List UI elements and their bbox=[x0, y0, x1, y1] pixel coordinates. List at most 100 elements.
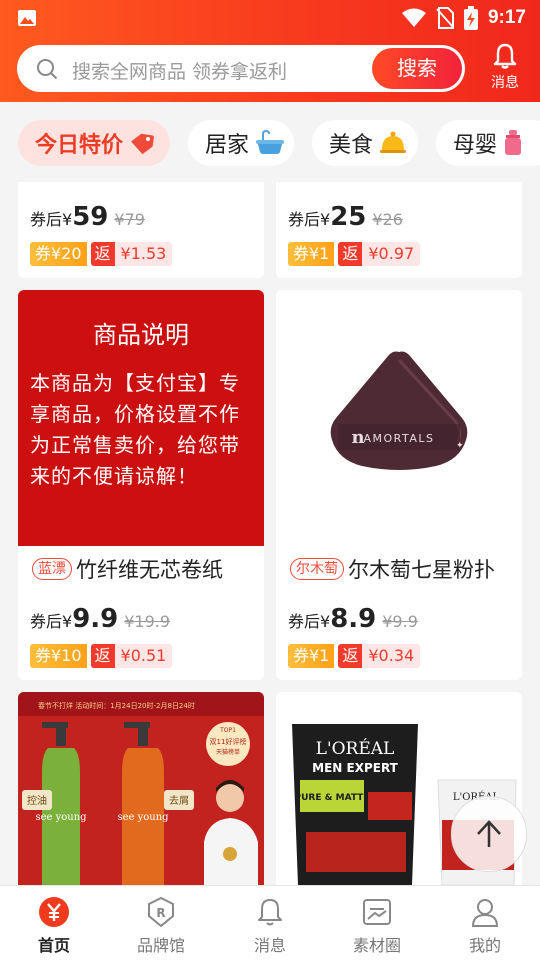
search-button[interactable]: 搜索 bbox=[372, 48, 462, 89]
message-button[interactable]: 消息 bbox=[482, 42, 528, 98]
category-tabs: 今日特价 居家 美食 母婴 bbox=[0, 102, 540, 182]
bottom-nav: 首页 R 品牌馆 消息 素材圈 我的 bbox=[0, 885, 540, 961]
rebate-mark: 返 bbox=[90, 644, 115, 668]
original-price: ¥26 bbox=[372, 210, 403, 229]
tab-label: 居家 bbox=[205, 133, 250, 158]
bell-icon bbox=[258, 899, 282, 926]
rebate-mark: 返 bbox=[338, 644, 363, 668]
svg-text:✦: ✦ bbox=[456, 441, 464, 451]
promo-tags: 券¥1 返 ¥0.97 bbox=[288, 242, 421, 266]
bathtub-icon bbox=[256, 130, 285, 154]
nav-messages[interactable]: 消息 bbox=[225, 896, 315, 956]
coupon-badge: 券¥10 bbox=[30, 644, 87, 668]
product-notice-image: 商品说明 本商品为【支付宝】专享商品，价格设置不作为正常售卖价，给您带来的不便请… bbox=[18, 290, 264, 546]
price-row: 券后¥59 ¥79 bbox=[30, 202, 145, 232]
original-price: ¥9.9 bbox=[382, 612, 418, 631]
rebate-value: ¥1.53 bbox=[114, 242, 173, 266]
price: 9.9 bbox=[72, 604, 119, 634]
baby-bottle-icon bbox=[505, 130, 522, 155]
original-price: ¥79 bbox=[114, 210, 145, 229]
powder-puff-image: AMORTALS n ✦ bbox=[276, 290, 522, 546]
nav-profile[interactable]: 我的 bbox=[440, 896, 530, 956]
arrow-up-icon bbox=[477, 820, 501, 847]
price-row: 券后¥25 ¥26 bbox=[288, 202, 403, 232]
badge-top: TOP1 bbox=[219, 727, 236, 734]
rebate-mark: 返 bbox=[90, 242, 115, 266]
search-icon bbox=[37, 59, 58, 80]
tab-label: 母婴 bbox=[453, 133, 498, 158]
user-icon bbox=[471, 899, 499, 927]
promo-tags: 券¥20 返 ¥1.53 bbox=[30, 242, 173, 266]
nav-brand-hall[interactable]: R 品牌馆 bbox=[116, 896, 206, 956]
product-title-row: 尔木萄 尔木萄七星粉扑 bbox=[290, 554, 495, 584]
nav-home[interactable]: 首页 bbox=[9, 896, 99, 956]
cleanser-brand: L'ORÉAL bbox=[316, 738, 395, 759]
coupon-badge: 券¥1 bbox=[288, 242, 335, 266]
price-row: 券后¥9.9 ¥19.9 bbox=[30, 604, 170, 634]
badge-sub: 天猫榜单 bbox=[216, 748, 240, 756]
tab-label: 今日特价 bbox=[35, 133, 124, 158]
svg-text:n: n bbox=[351, 427, 364, 448]
no-sim-icon bbox=[436, 7, 454, 29]
promo-banner-text: 春节不打烊 活动时间：1月24日20时-2月8日24时 bbox=[38, 701, 195, 710]
product-card[interactable]: 商品说明 本商品为【支付宝】专享商品，价格设置不作为正常售卖价，给您带来的不便请… bbox=[18, 290, 264, 680]
status-bar: 9:17 bbox=[0, 0, 540, 36]
notice-text: 本商品为【支付宝】专享商品，价格设置不作为正常售卖价，给您带来的不便请谅解！ bbox=[30, 371, 240, 488]
nav-label: 首页 bbox=[37, 936, 70, 955]
search-bar[interactable]: 搜索全网商品 领券拿返利 搜索 bbox=[17, 45, 465, 92]
price: 59 bbox=[72, 202, 109, 232]
product-card[interactable]: 券后¥59 ¥79 券¥20 返 ¥1.53 bbox=[18, 182, 264, 278]
wifi-icon bbox=[401, 8, 426, 27]
price: 8.9 bbox=[330, 604, 377, 634]
shop-tag: 蓝漂 bbox=[32, 558, 72, 580]
cleanser-line: MEN EXPERT bbox=[312, 761, 399, 775]
back-to-top-button[interactable] bbox=[451, 796, 527, 872]
product-title: 竹纤维无芯卷纸 bbox=[76, 558, 223, 582]
tag-oil-control: 控油 bbox=[27, 794, 47, 807]
coupon-badge: 券¥1 bbox=[288, 644, 335, 668]
notice-title: 商品说明 bbox=[93, 321, 189, 349]
battery-charging-icon bbox=[463, 6, 478, 30]
price-prefix: 券后¥ bbox=[30, 210, 73, 229]
product-card[interactable]: 券后¥25 ¥26 券¥1 返 ¥0.97 bbox=[276, 182, 522, 278]
price-prefix: 券后¥ bbox=[288, 612, 331, 631]
food-bell-icon bbox=[380, 131, 407, 153]
badge-main: 双11好评榜 bbox=[210, 737, 247, 746]
brand-shield-icon: R bbox=[148, 896, 174, 928]
price-prefix: 券后¥ bbox=[30, 612, 73, 631]
tag-anti-dandruff: 去屑 bbox=[169, 795, 189, 807]
bell-icon bbox=[493, 43, 517, 69]
nav-materials[interactable]: 素材圈 bbox=[332, 896, 422, 956]
puff-brand-text: AMORTALS bbox=[363, 432, 434, 445]
cleanser-sub: PURE & MATTE bbox=[295, 793, 370, 803]
nav-label: 消息 bbox=[253, 936, 286, 955]
product-title: 尔木萄七星粉扑 bbox=[348, 558, 495, 582]
search-input[interactable]: 搜索全网商品 领券拿返利 bbox=[72, 57, 287, 84]
header: 9:17 搜索全网商品 领券拿返利 搜索 消息 bbox=[0, 0, 540, 102]
shampoo-promo-image: 春节不打烊 活动时间：1月24日20时-2月8日24时 see young 控油… bbox=[18, 692, 264, 885]
tab-today-special[interactable]: 今日特价 bbox=[18, 120, 170, 166]
original-price: ¥19.9 bbox=[124, 612, 171, 631]
tab-home[interactable]: 居家 bbox=[188, 120, 294, 166]
product-card[interactable]: 春节不打烊 活动时间：1月24日20时-2月8日24时 see young 控油… bbox=[18, 692, 264, 885]
rebate-value: ¥0.34 bbox=[362, 644, 421, 668]
nav-label: 品牌馆 bbox=[136, 936, 185, 955]
price-prefix: 券后¥ bbox=[288, 210, 331, 229]
product-card[interactable]: AMORTALS n ✦ 尔木萄 尔木萄七星粉扑 券后¥8.9 ¥9.9 券¥1 返… bbox=[276, 290, 522, 680]
image-notification-icon bbox=[18, 10, 36, 26]
price: 25 bbox=[330, 202, 367, 232]
coupon-badge: 券¥20 bbox=[30, 242, 87, 266]
yen-home-icon bbox=[39, 897, 69, 927]
rebate-value: ¥0.51 bbox=[114, 644, 173, 668]
nav-label: 我的 bbox=[468, 936, 501, 955]
message-label: 消息 bbox=[491, 75, 519, 91]
rebate-mark: 返 bbox=[338, 242, 363, 266]
tab-mother-baby[interactable]: 母婴 bbox=[436, 120, 540, 166]
price-tag-icon bbox=[131, 133, 154, 154]
rebate-value: ¥0.97 bbox=[362, 242, 421, 266]
price-row: 券后¥8.9 ¥9.9 bbox=[288, 604, 418, 634]
brand-text-left: see young bbox=[35, 812, 87, 823]
tab-food[interactable]: 美食 bbox=[312, 120, 418, 166]
tab-label: 美食 bbox=[329, 133, 374, 158]
product-title-row: 蓝漂 竹纤维无芯卷纸 bbox=[32, 554, 223, 584]
